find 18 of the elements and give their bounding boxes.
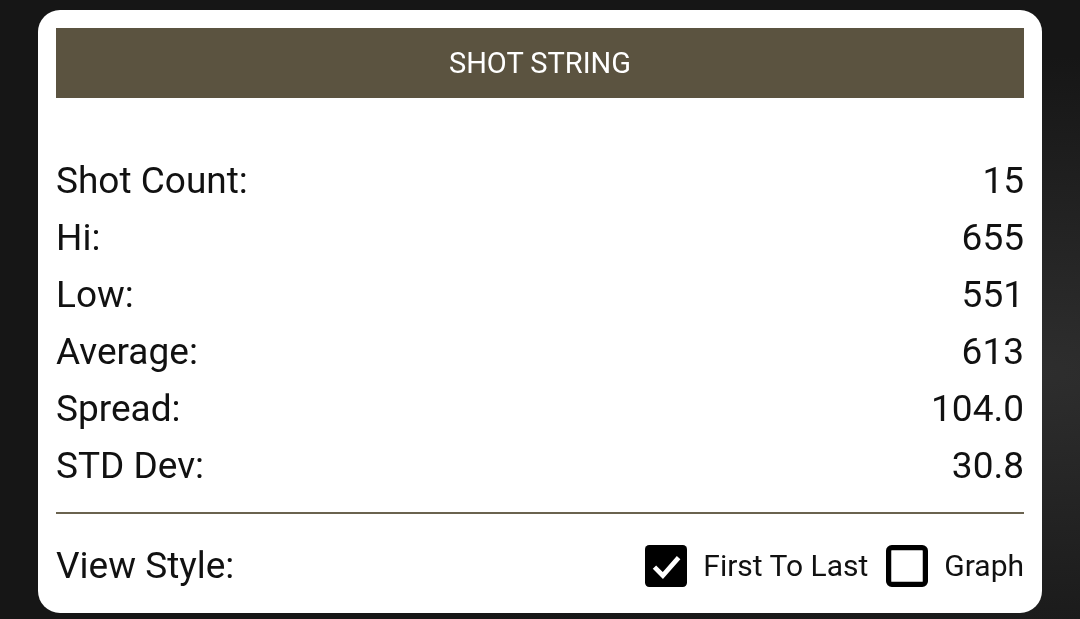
- stat-label: Hi:: [56, 219, 101, 256]
- stat-label: STD Dev:: [56, 447, 205, 484]
- stat-value: 104.0: [931, 390, 1024, 427]
- stat-value: 551: [961, 276, 1024, 313]
- option-label[interactable]: Graph: [944, 548, 1024, 583]
- stat-value: 655: [961, 219, 1024, 256]
- header-title: SHOT STRING: [448, 46, 632, 80]
- stat-value: 613: [961, 333, 1024, 370]
- stat-value: 30.8: [951, 447, 1024, 484]
- checked-checkbox[interactable]: [645, 544, 688, 587]
- view-style-label: View Style:: [56, 544, 235, 587]
- stat-label: Shot Count:: [56, 162, 248, 199]
- option-label[interactable]: First To Last: [703, 548, 869, 583]
- stat-label: Low:: [56, 276, 134, 313]
- stat-value: 15: [982, 162, 1024, 199]
- checkbox[interactable]: [886, 544, 929, 587]
- stat-label: Average:: [56, 333, 198, 370]
- stat-label: Spread:: [56, 390, 181, 427]
